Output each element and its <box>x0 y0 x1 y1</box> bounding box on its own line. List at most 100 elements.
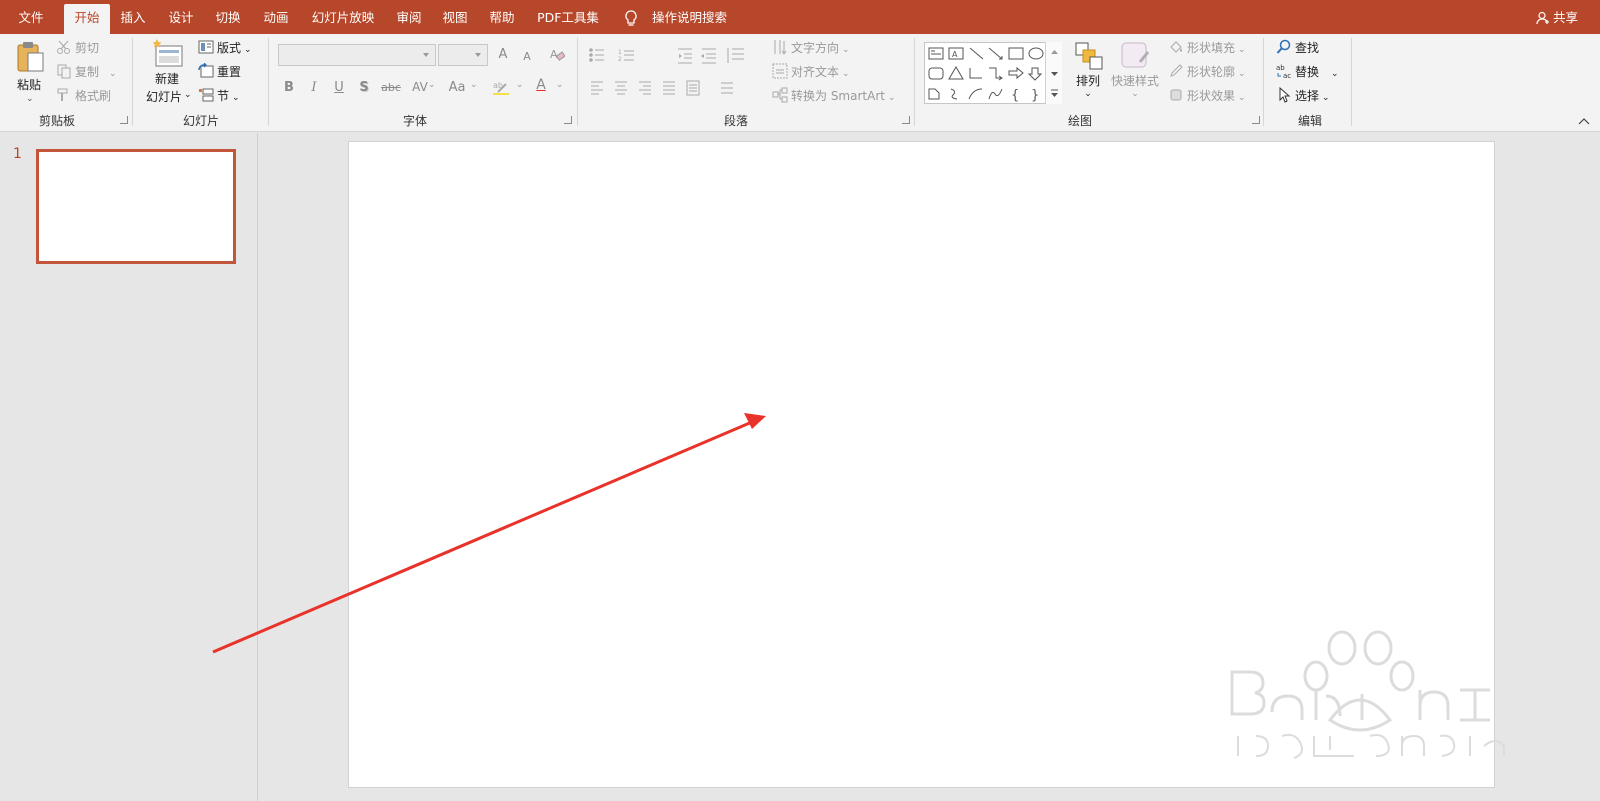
quick-styles-label: 快速样式 <box>1110 74 1159 88</box>
clear-formatting-button[interactable]: A <box>548 46 566 68</box>
paint-bucket-icon <box>1168 39 1184 55</box>
shrink-font-button[interactable]: A <box>518 48 536 66</box>
shapes-gallery-icons: A { } <box>928 47 1044 103</box>
replace-label: 替换 <box>1295 65 1320 79</box>
layout-button[interactable]: 版式 ⌄ <box>198 39 252 59</box>
change-case-button[interactable]: Aa <box>446 79 468 97</box>
reset-label: 重置 <box>217 65 242 79</box>
chevron-down-icon: ⌄ <box>428 80 436 90</box>
italic-button[interactable]: I <box>305 79 323 97</box>
paragraph-launcher-icon[interactable] <box>902 116 910 124</box>
svg-text:1: 1 <box>618 49 622 56</box>
chevron-down-icon: ⌄ <box>184 90 192 100</box>
shapes-gallery-scroll[interactable] <box>1045 42 1062 104</box>
editing-group-label: 编辑 <box>1297 114 1322 128</box>
cut-button[interactable]: 剪切 <box>56 39 99 57</box>
tab-animations[interactable]: 动画 <box>255 4 297 34</box>
bold-button[interactable]: B <box>280 79 298 97</box>
cursor-arrow-icon <box>1276 86 1292 103</box>
new-slide-label-line1: 新建 <box>154 72 179 86</box>
drawing-launcher-icon[interactable] <box>1252 116 1260 124</box>
align-text-button[interactable]: 对齐文本 ⌄ <box>772 63 850 83</box>
clipboard-launcher-icon[interactable] <box>120 116 128 124</box>
chevron-down-icon: ⌄ <box>1084 89 1092 99</box>
group-divider <box>268 38 269 126</box>
chevron-down-icon: ⌄ <box>516 80 524 90</box>
shapes-gallery[interactable]: A { } <box>924 42 1062 104</box>
section-button[interactable]: 节 ⌄ <box>198 87 240 107</box>
pen-icon <box>1168 63 1184 79</box>
underline-button[interactable]: U <box>330 79 348 97</box>
shape-effects-button[interactable]: 形状效果 ⌄ <box>1168 87 1246 107</box>
font-color-button[interactable]: A <box>532 76 550 94</box>
share-button[interactable]: 共享 <box>1536 4 1578 32</box>
layout-icon <box>198 39 214 55</box>
tab-home[interactable]: 开始 <box>64 4 110 34</box>
brush-icon <box>56 87 72 103</box>
font-name-combo[interactable] <box>278 44 436 66</box>
grow-font-button[interactable]: A <box>494 46 512 64</box>
shape-outline-button[interactable]: 形状轮廓 ⌄ <box>1168 63 1246 83</box>
tab-transitions[interactable]: 切换 <box>207 4 249 34</box>
font-launcher-icon[interactable] <box>564 116 572 124</box>
reset-icon <box>198 62 214 79</box>
font-size-combo[interactable] <box>438 44 488 66</box>
slide-canvas[interactable] <box>349 142 1494 787</box>
tab-insert[interactable]: 插入 <box>112 4 154 34</box>
replace-button[interactable]: ab ac 替换 ⌄ <box>1276 63 1339 83</box>
shape-fill-button[interactable]: 形状填充 ⌄ <box>1168 39 1246 59</box>
lightbulb-icon <box>625 10 637 26</box>
convert-smartart-button[interactable]: 转换为 SmartArt ⌄ <box>772 87 896 107</box>
tab-file[interactable]: 文件 <box>10 4 52 34</box>
tab-pdf-tools[interactable]: PDF工具集 <box>533 4 603 34</box>
effects-icon <box>1168 87 1184 103</box>
arrange-button[interactable]: 排列 ⌄ <box>1070 40 1106 99</box>
tab-view[interactable]: 视图 <box>434 4 476 34</box>
quick-styles-button[interactable]: 快速样式 ⌄ <box>1108 40 1162 99</box>
align-text-icon <box>772 63 788 79</box>
svg-text:A: A <box>550 48 558 61</box>
slide-thumbnail-1[interactable] <box>36 149 236 264</box>
group-divider <box>914 38 915 126</box>
find-button[interactable]: 查找 <box>1276 39 1319 57</box>
reset-button[interactable]: 重置 <box>198 62 242 81</box>
copy-button[interactable]: 复制 ⌄ <box>56 63 117 83</box>
shape-effects-label: 形状效果 <box>1187 89 1236 103</box>
person-icon <box>1536 11 1549 25</box>
group-divider <box>1351 38 1352 126</box>
select-label: 选择 <box>1295 89 1320 103</box>
align-text-label: 对齐文本 <box>791 65 840 79</box>
svg-text:ac: ac <box>1283 72 1291 79</box>
paste-button[interactable]: 粘贴 ⌄ <box>14 40 46 106</box>
replace-icon: ab ac <box>1276 63 1292 80</box>
drawing-group-label: 绘图 <box>1067 114 1092 128</box>
text-direction-icon <box>772 39 788 55</box>
format-painter-button[interactable]: 格式刷 <box>56 87 111 105</box>
highlight-button[interactable]: ab <box>492 78 510 102</box>
select-button[interactable]: 选择 ⌄ <box>1276 86 1330 107</box>
slides-group-label: 幻灯片 <box>182 114 219 128</box>
text-direction-label: 文字方向 <box>791 41 840 55</box>
svg-text:2: 2 <box>618 56 622 63</box>
chevron-down-icon: ⌄ <box>556 80 564 90</box>
character-spacing-button[interactable]: AV <box>410 78 430 96</box>
svg-text:ab: ab <box>1276 64 1285 72</box>
scissors-icon <box>56 39 72 55</box>
strikethrough-button[interactable]: abc <box>380 79 402 97</box>
arrange-icon <box>1075 42 1103 70</box>
list-and-indent-icons: 1 2 <box>589 48 744 64</box>
svg-text:}: } <box>1031 88 1039 103</box>
tab-help[interactable]: 帮助 <box>481 4 523 34</box>
shape-outline-label: 形状轮廓 <box>1187 65 1236 79</box>
paragraph-group-label: 段落 <box>723 114 748 128</box>
copy-label: 复制 <box>75 65 100 79</box>
text-direction-button[interactable]: 文字方向 ⌄ <box>772 39 850 59</box>
find-label: 查找 <box>1295 41 1320 55</box>
tab-review[interactable]: 审阅 <box>388 4 430 34</box>
shadow-button[interactable]: S <box>355 79 373 97</box>
tab-slideshow[interactable]: 幻灯片放映 <box>306 4 380 34</box>
collapse-ribbon-icon[interactable] <box>1578 114 1590 128</box>
slide-number: 1 <box>13 146 22 162</box>
chevron-down-icon: ⌄ <box>470 80 478 90</box>
tab-design[interactable]: 设计 <box>160 4 202 34</box>
